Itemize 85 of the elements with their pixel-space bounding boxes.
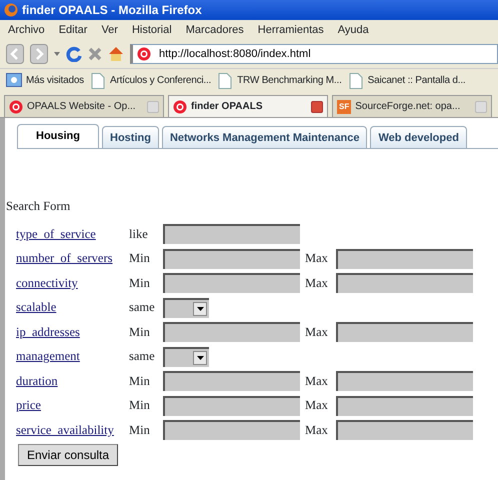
input-field[interactable] — [336, 420, 473, 440]
bookmark[interactable]: Artículos y Conferenci... — [90, 72, 212, 88]
menu-item[interactable]: Marcadores — [186, 22, 244, 38]
home-icon[interactable] — [108, 46, 124, 62]
input-field[interactable] — [336, 396, 473, 416]
input-field[interactable] — [336, 273, 473, 293]
app-logo-icon — [4, 3, 18, 17]
input-field[interactable] — [163, 420, 300, 440]
back-icon[interactable] — [6, 44, 24, 64]
menu-item[interactable]: Herramientas — [258, 22, 324, 38]
page-tab[interactable]: Networks Management Maintenance — [162, 126, 368, 148]
bookmark-label: TRW Benchmarking M... — [237, 74, 342, 88]
bookmark-label: Más visitados — [26, 74, 84, 88]
field-link[interactable]: service availability — [16, 420, 129, 440]
operator-label: Min — [129, 397, 151, 414]
operator-label: Max — [305, 372, 329, 390]
input-field[interactable] — [336, 322, 473, 342]
input-field[interactable] — [163, 224, 300, 244]
field-link[interactable]: price — [16, 396, 129, 415]
field-link[interactable]: number of servers — [16, 249, 129, 268]
page-icon — [217, 72, 234, 88]
operator-label: Max — [305, 422, 329, 439]
tab-title: OPAALS Website - Op... — [27, 100, 136, 114]
operator-label: Min — [129, 274, 151, 292]
bookmark-label: Artículos y Conferenci... — [110, 74, 212, 88]
browser-tab[interactable]: OPAALS Website - Op... — [4, 95, 164, 117]
page-icon — [348, 72, 364, 88]
operator-label: Max — [305, 274, 329, 292]
operator-label: Max — [305, 324, 329, 341]
operator-label: like — [129, 226, 149, 243]
page-icon — [90, 72, 106, 88]
stop-icon[interactable] — [88, 47, 102, 61]
field-link[interactable]: management — [16, 347, 129, 366]
close-icon[interactable] — [311, 100, 323, 112]
site-icon — [137, 47, 151, 61]
browser-tab[interactable]: SF SourceForge.net: opa... — [332, 95, 492, 117]
forward-icon[interactable] — [30, 44, 48, 64]
bookmark[interactable]: TRW Benchmarking M... — [217, 72, 342, 88]
page-tab[interactable]: Housing — [17, 124, 99, 148]
operator-label: Max — [305, 250, 329, 268]
site-icon — [173, 100, 187, 114]
menu-item[interactable]: Historial — [132, 22, 172, 38]
input-field[interactable] — [336, 371, 473, 391]
page-tab[interactable]: Hosting — [102, 126, 159, 148]
operator-label: same — [129, 348, 156, 366]
operator-label: Min — [129, 372, 151, 390]
select-field[interactable] — [163, 298, 209, 318]
input-field[interactable] — [163, 371, 300, 391]
field-link[interactable]: connectivity — [16, 274, 129, 292]
bookmark[interactable]: Saicanet :: Pantalla d... — [348, 72, 466, 88]
menu-item[interactable]: Editar — [58, 22, 88, 38]
address-bar[interactable]: http://localhost:8080/index.html — [130, 44, 498, 64]
tab-title: SourceForge.net: opa... — [355, 100, 460, 114]
menu-item[interactable]: Ayuda — [338, 22, 369, 38]
field-link[interactable]: duration — [16, 372, 129, 390]
field-link[interactable]: type of service — [16, 224, 129, 244]
select-field[interactable] — [163, 346, 209, 366]
operator-label: Min — [129, 422, 151, 439]
tab-title: finder OPAALS — [191, 100, 262, 114]
site-icon — [9, 100, 23, 114]
dropdown-icon[interactable] — [54, 52, 60, 56]
address-field[interactable]: http://localhost:8080/index.html — [159, 46, 497, 62]
operator-label: Min — [129, 324, 151, 341]
smart-bookmark-icon — [6, 72, 22, 88]
input-field[interactable] — [163, 396, 300, 416]
window-title: finder OPAALS - Mozilla Firefox — [22, 2, 202, 19]
page-tab[interactable]: Web developed — [370, 126, 467, 148]
menu-item[interactable]: Archivo — [8, 22, 45, 38]
input-field[interactable] — [163, 322, 300, 342]
reload-icon[interactable] — [66, 46, 82, 62]
submit-button[interactable]: Enviar consulta — [18, 444, 118, 466]
menu-item[interactable]: Ver — [101, 22, 118, 38]
site-icon: SF — [337, 100, 352, 114]
field-link[interactable]: scalable — [16, 298, 129, 317]
operator-label: Max — [305, 397, 329, 414]
browser-tab[interactable]: finder OPAALS — [168, 95, 328, 117]
input-field[interactable] — [336, 248, 473, 268]
input-field[interactable] — [163, 248, 300, 268]
operator-label: Min — [129, 250, 151, 268]
field-link[interactable]: ip addresses — [16, 322, 129, 342]
form-title: Search Form — [6, 198, 72, 215]
bookmark-label: Saicanet :: Pantalla d... — [368, 74, 466, 88]
bookmark[interactable]: Más visitados — [6, 72, 84, 88]
input-field[interactable] — [163, 273, 300, 293]
operator-label: same — [129, 299, 156, 316]
